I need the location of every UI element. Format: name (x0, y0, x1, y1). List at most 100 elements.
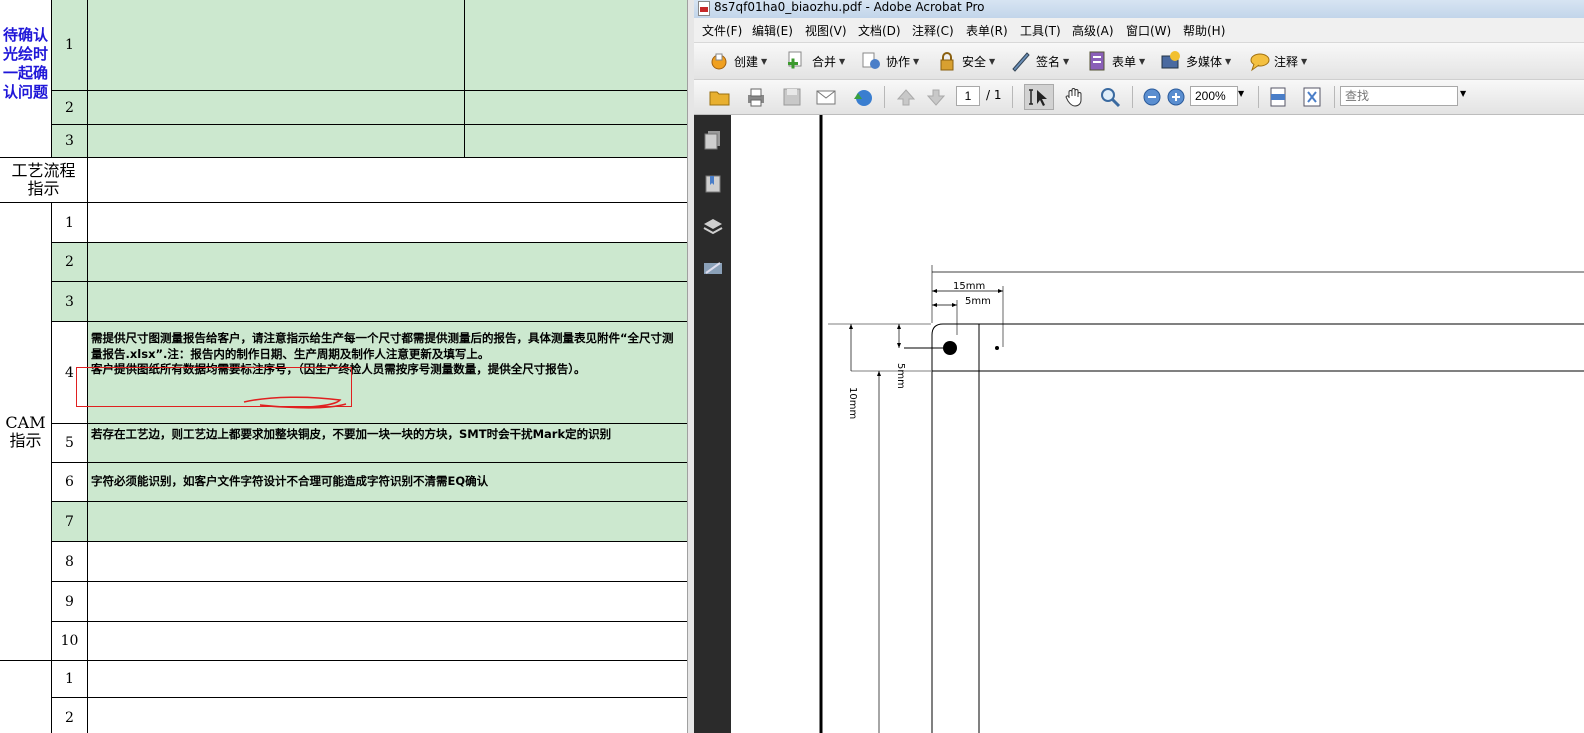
row-number[interactable]: 6 (52, 463, 88, 502)
bookmarks-panel-icon[interactable] (702, 173, 724, 195)
pdf-page-view[interactable]: 15mm 5mm 10mm 5mm (731, 115, 1584, 733)
table-cell[interactable] (465, 0, 688, 91)
zoom-out-icon[interactable] (1140, 85, 1164, 109)
menu-window[interactable]: 窗口(W) (1126, 22, 1171, 39)
cam-text-cell-6[interactable]: 字符必须能识别，如客户文件字符设计不合理可能造成字符识别不清需EQ确认 (88, 463, 688, 502)
cam-text-cell-5[interactable]: 若存在工艺边，则工艺边上都要求加整块铜皮，不要加一块一块的方块，SMT时会干扰M… (88, 424, 688, 463)
table-cell[interactable] (465, 125, 688, 158)
upload-globe-icon[interactable] (850, 85, 874, 109)
row-number[interactable]: 3 (52, 125, 88, 158)
acrobat-window: 8s7qf01ha0_biaozhu.pdf - Adobe Acrobat P… (694, 0, 1584, 733)
hand-tool-icon[interactable] (1062, 85, 1086, 109)
menu-view[interactable]: 视图(V) (805, 22, 847, 39)
table-cell[interactable] (88, 282, 688, 322)
table-cell[interactable] (88, 582, 688, 622)
open-folder-icon[interactable] (708, 85, 732, 109)
multimedia-button[interactable]: 多媒体 ▼ (1160, 49, 1231, 73)
cam-instructions-label[interactable]: CAM 指示 (0, 203, 52, 661)
comment-button[interactable]: 注释 ▼ (1248, 49, 1307, 73)
page-number-input[interactable] (956, 86, 980, 106)
pdf-file-icon (698, 1, 710, 16)
print-icon[interactable] (744, 85, 768, 109)
row-number[interactable]: 2 (52, 91, 88, 125)
pages-panel-icon[interactable] (702, 129, 724, 151)
cam-text-4-line1: 需提供尺寸图测量报告给客户，请注意指示给生产每一个尺寸都需提供测量后的报告，具体… (91, 331, 674, 361)
table-cell[interactable] (88, 91, 465, 125)
row-number[interactable]: 1 (52, 203, 88, 243)
menu-file[interactable]: 文件(F) (702, 22, 742, 39)
create-label: 创建 (734, 54, 759, 69)
select-tool-button[interactable] (1024, 84, 1054, 110)
row-number[interactable]: 5 (52, 424, 88, 463)
title-bar: 8s7qf01ha0_biaozhu.pdf - Adobe Acrobat P… (694, 0, 1584, 18)
dimension-5mm-label: 5mm (965, 296, 991, 307)
row-number[interactable]: 8 (52, 542, 88, 582)
combine-button[interactable]: 合并 ▼ (786, 49, 845, 73)
search-input[interactable] (1340, 86, 1458, 106)
combine-label: 合并 (812, 54, 837, 69)
search-dropdown-icon[interactable]: ▼ (1460, 89, 1466, 98)
table-cell[interactable] (88, 243, 688, 282)
table-cell[interactable] (88, 542, 688, 582)
multimedia-icon (1161, 51, 1180, 69)
row-number[interactable]: 10 (52, 622, 88, 661)
table-cell[interactable] (88, 661, 688, 698)
menu-tools[interactable]: 工具(T) (1020, 22, 1061, 39)
collaborate-button[interactable]: 协作 ▼ (860, 49, 919, 73)
secure-button[interactable]: 安全 ▼ (936, 49, 995, 73)
comment-label: 注释 (1274, 54, 1299, 69)
fit-width-icon[interactable] (1266, 85, 1290, 109)
create-button[interactable]: 创建 ▼ (708, 49, 767, 73)
text-select-cursor-icon (1029, 89, 1047, 106)
menu-help[interactable]: 帮助(H) (1183, 22, 1225, 39)
sign-button[interactable]: 签名 ▼ (1010, 49, 1069, 73)
red-underline-scribble (243, 396, 347, 409)
menu-bar: 文件(F) 编辑(E) 视图(V) 文档(D) 注释(C) 表单(R) 工具(T… (694, 18, 1584, 43)
row-number[interactable]: 7 (52, 502, 88, 542)
row-number[interactable]: 9 (52, 582, 88, 622)
row-number[interactable]: 1 (52, 0, 88, 91)
secure-label: 安全 (962, 54, 987, 69)
next-page-icon[interactable] (924, 85, 948, 109)
table-cell[interactable] (465, 91, 688, 125)
create-icon (711, 53, 727, 70)
forms-button[interactable]: 表单 ▼ (1086, 49, 1145, 73)
menu-comments[interactable]: 注释(C) (912, 22, 954, 39)
zoom-tool-icon[interactable] (1098, 85, 1122, 109)
table-cell[interactable] (88, 125, 465, 158)
row-number[interactable]: 3 (52, 282, 88, 322)
previous-page-icon[interactable] (894, 85, 918, 109)
table-cell[interactable] (88, 502, 688, 542)
process-flow-label[interactable]: 工艺流程 指示 (0, 158, 88, 203)
zoom-level-input[interactable] (1190, 86, 1238, 106)
combine-icon (788, 51, 802, 69)
zoom-in-icon[interactable] (1164, 85, 1188, 109)
save-icon[interactable] (780, 85, 804, 109)
table-cell[interactable] (88, 158, 688, 203)
menu-edit[interactable]: 编辑(E) (752, 22, 793, 39)
layers-panel-icon[interactable] (702, 215, 724, 237)
navigation-pane (694, 115, 731, 733)
zoom-dropdown-icon[interactable]: ▼ (1238, 89, 1244, 98)
table-cell[interactable] (88, 203, 688, 243)
table-cell[interactable] (88, 0, 465, 91)
sign-label: 签名 (1036, 54, 1061, 69)
pcb-drawing: 15mm 5mm 10mm 5mm (819, 115, 1584, 733)
page-total: / 1 (986, 88, 1002, 102)
pen-icon (1012, 52, 1030, 72)
row-number[interactable]: 1 (52, 661, 88, 698)
table-cell[interactable] (88, 622, 688, 661)
table-cell[interactable] (0, 661, 52, 733)
signatures-panel-icon[interactable] (702, 257, 724, 279)
menu-document[interactable]: 文档(D) (858, 22, 901, 39)
row-number[interactable]: 2 (52, 698, 88, 733)
navigation-toolbar: / 1 ▼ ▼ (694, 80, 1584, 115)
fit-page-icon[interactable] (1300, 85, 1324, 109)
menu-advanced[interactable]: 高级(A) (1072, 22, 1114, 39)
table-cell[interactable] (88, 698, 688, 733)
row-number[interactable]: 2 (52, 243, 88, 282)
pending-issues-label[interactable]: 待确认 光绘时 一起确 认问题 (0, 0, 52, 158)
dimension-10mm-label: 10mm (847, 387, 858, 419)
email-icon[interactable] (814, 85, 838, 109)
menu-forms[interactable]: 表单(R) (966, 22, 1008, 39)
